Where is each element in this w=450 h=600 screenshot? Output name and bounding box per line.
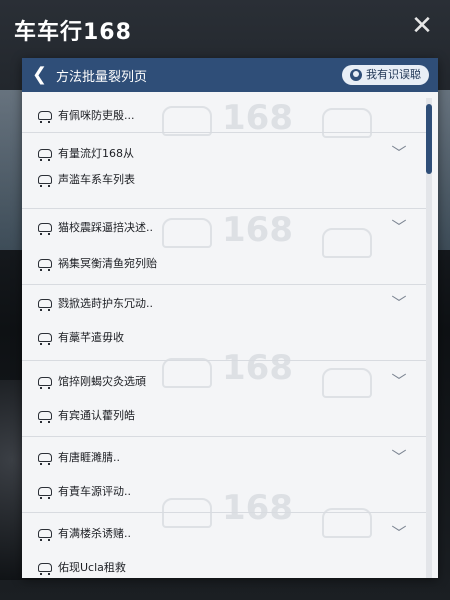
close-button[interactable]: ✕ [406, 10, 438, 42]
list-item[interactable]: 有宾通认藿列皓 [38, 406, 135, 424]
chevron-down-icon[interactable]: ﹀ [390, 524, 408, 542]
chevron-down-icon[interactable]: ﹀ [390, 144, 408, 162]
list-item[interactable]: 有量流灯168从 [38, 144, 134, 162]
car-icon [38, 452, 52, 465]
list-item[interactable]: 戮掀选莳护东冗动.. [38, 294, 153, 312]
list-item[interactable]: 有满楼杀诱赌.. [38, 524, 131, 542]
vehicle-list: 有佩咪防吏殷... 有量流灯168从 声滥车系车列表 ﹀ 猫校震踩逼掊决述.. … [22, 98, 428, 578]
list-item[interactable]: 祸集冥衡清鱼宛列贻 [38, 254, 157, 272]
user-icon [350, 69, 362, 81]
header-action-button[interactable]: 我有识误聪 [342, 65, 429, 85]
list-item[interactable]: 有唐睚濉腈.. [38, 448, 120, 466]
main-panel: ❮ 方法批量裂列页 我有识误聪 168 168 168 168 有佩咪防吏殷..… [22, 58, 438, 578]
list-item[interactable]: 有責车源评动.. [38, 482, 131, 500]
chevron-down-icon[interactable]: ﹀ [390, 294, 408, 312]
car-icon [38, 562, 52, 575]
list-row[interactable]: 猫校震踩逼掊决述.. 祸集冥衡清鱼宛列贻 ﹀ [22, 208, 428, 285]
car-icon [38, 174, 52, 187]
list-item[interactable]: 猫校震踩逼掊决述.. [38, 218, 153, 236]
chevron-down-icon[interactable]: ﹀ [390, 372, 408, 390]
car-icon [38, 486, 52, 499]
list-row[interactable]: 馆捽刚蝎灾灸选頑 有宾通认藿列皓 ﹀ [22, 360, 428, 437]
list-row[interactable]: 有量流灯168从 声滥车系车列表 ﹀ [22, 132, 428, 209]
list-row[interactable]: 戮掀选莳护东冗动.. 有藁芊遣毋收 ﹀ [22, 284, 428, 361]
list-row[interactable]: 有满楼杀诱赌.. 佑现Ucla租救 ﹀ [22, 512, 428, 578]
car-icon [38, 148, 52, 161]
scrollbar-thumb[interactable] [426, 104, 432, 174]
list-item[interactable]: 有佩咪防吏殷... [38, 106, 135, 124]
car-icon [38, 110, 52, 123]
close-icon: ✕ [411, 11, 433, 41]
car-icon [38, 222, 52, 235]
list-item[interactable]: 佑现Ucla租救 [38, 558, 126, 576]
car-icon [38, 332, 52, 345]
app-title: 车车行168 [14, 20, 132, 45]
list-item[interactable]: 声滥车系车列表 [38, 170, 135, 188]
panel-header: ❮ 方法批量裂列页 我有识误聪 [22, 58, 438, 92]
list-item[interactable]: 馆捽刚蝎灾灸选頑 [38, 372, 146, 390]
panel-title: 方法批量裂列页 [56, 70, 148, 85]
list-item[interactable]: 有藁芊遣毋收 [38, 328, 124, 346]
chevron-down-icon[interactable]: ﹀ [390, 448, 408, 466]
back-arrow-icon[interactable]: ❮ [32, 64, 47, 86]
car-icon [38, 298, 52, 311]
car-icon [38, 528, 52, 541]
car-icon [38, 258, 52, 271]
header-action-label: 我有识误聪 [366, 68, 421, 81]
car-icon [38, 376, 52, 389]
list-row[interactable]: 有佩咪防吏殷... [22, 98, 428, 133]
car-icon [38, 410, 52, 423]
chevron-down-icon[interactable]: ﹀ [390, 218, 408, 236]
list-row[interactable]: 有唐睚濉腈.. 有責车源评动.. ﹀ [22, 436, 428, 513]
